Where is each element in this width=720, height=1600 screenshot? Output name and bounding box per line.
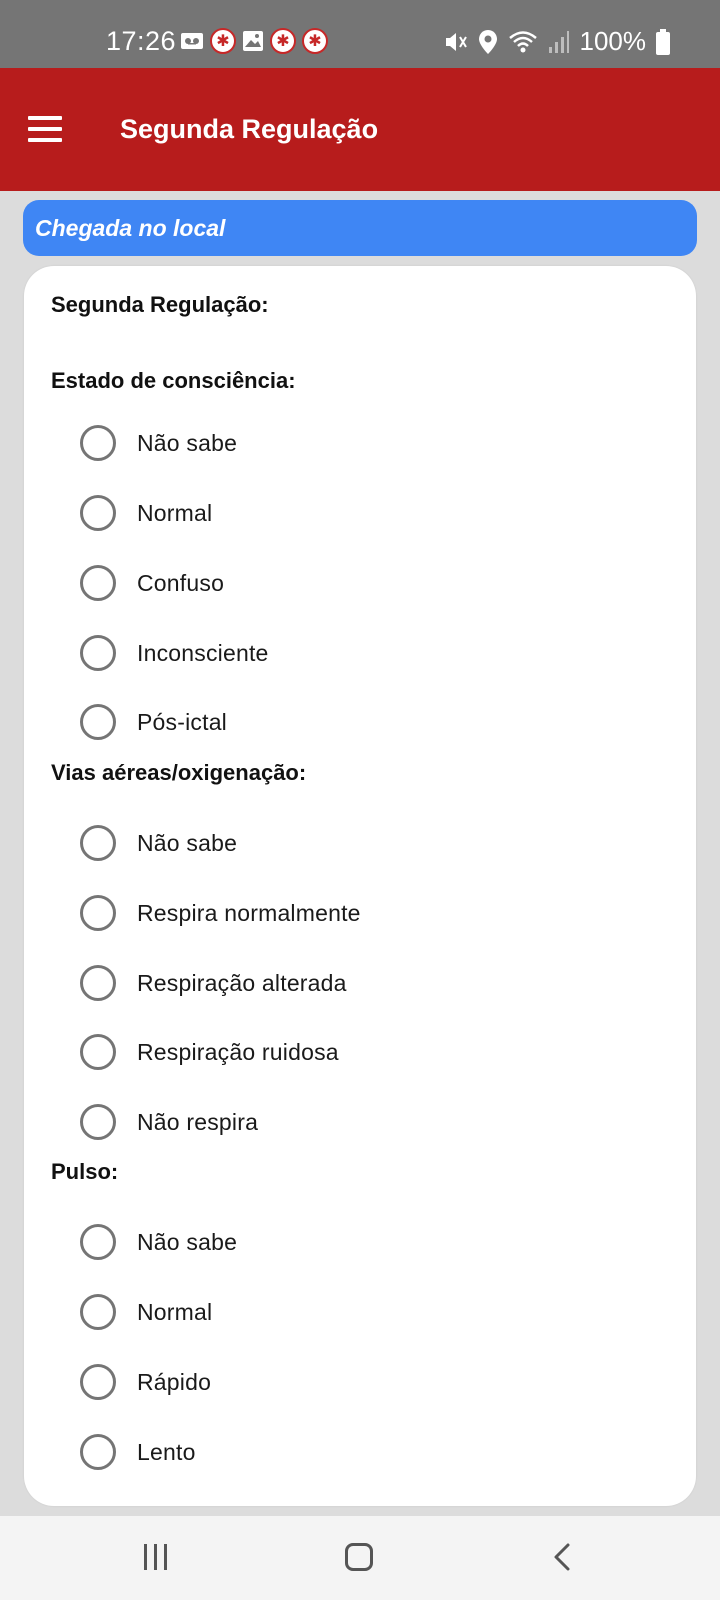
- signal-icon: [548, 30, 569, 53]
- radio-circle[interactable]: [80, 1434, 116, 1470]
- radio-label: Rápido: [137, 1368, 212, 1395]
- radio-pulse-normal[interactable]: Normal: [80, 1287, 212, 1337]
- menu-icon[interactable]: [22, 106, 68, 152]
- location-icon: [478, 29, 497, 54]
- radio-circle[interactable]: [80, 1364, 116, 1400]
- radio-circle[interactable]: [80, 1294, 116, 1330]
- battery-icon: [656, 28, 670, 55]
- radio-label: Normal: [137, 499, 213, 526]
- radio-circle[interactable]: [80, 1034, 116, 1070]
- mute-icon: [445, 32, 467, 51]
- radio-circle[interactable]: [80, 704, 116, 740]
- radio-label: Lento: [137, 1438, 196, 1465]
- radio-pulse-lento[interactable]: Lento: [80, 1427, 196, 1477]
- radio-label: Pós-ictal: [137, 708, 227, 735]
- radio-airways-respiracao-alterada[interactable]: Respiração alterada: [80, 958, 347, 1008]
- radio-airways-respira-normalmente[interactable]: Respira normalmente: [80, 888, 361, 938]
- radio-circle[interactable]: [80, 1104, 116, 1140]
- radio-label: Respiração alterada: [137, 969, 347, 996]
- radio-airways-nao-respira[interactable]: Não respira: [80, 1097, 258, 1147]
- radio-label: Normal: [137, 1298, 213, 1325]
- radio-label: Não sabe: [137, 829, 238, 856]
- radio-label: Respiração ruidosa: [137, 1038, 339, 1065]
- radio-circle[interactable]: [80, 1224, 116, 1260]
- radio-label: Não respira: [137, 1108, 259, 1135]
- radio-label: Respira normalmente: [137, 899, 361, 926]
- group-label-pulse: Pulso:: [51, 1159, 119, 1184]
- radio-circle[interactable]: [80, 895, 116, 931]
- radio-label: Não sabe: [137, 429, 238, 456]
- radio-label: Confuso: [137, 569, 225, 596]
- radio-consciousness-normal[interactable]: Normal: [80, 488, 212, 538]
- system-icons: 100%: [442, 26, 670, 57]
- wifi-icon: [508, 30, 537, 52]
- radio-pulse-nao-sabe[interactable]: Não sabe: [80, 1217, 237, 1267]
- radio-circle[interactable]: [80, 965, 116, 1001]
- form-title: Segunda Regulação:: [51, 292, 269, 317]
- radio-label: Inconsciente: [137, 639, 269, 666]
- gallery-icon: [243, 31, 263, 51]
- radio-circle[interactable]: [80, 825, 116, 861]
- emblem-icon: ✱: [210, 28, 236, 54]
- radio-circle[interactable]: [80, 495, 116, 531]
- emblem-icon: ✱: [302, 28, 328, 54]
- app-bar: Segunda Regulação: [0, 68, 720, 191]
- radio-airways-respiracao-ruidosa[interactable]: Respiração ruidosa: [80, 1027, 339, 1077]
- radio-circle[interactable]: [80, 425, 116, 461]
- radio-label: Não sabe: [137, 1228, 238, 1255]
- status-bar: 17:26 ✱ ✱ ✱ 100%: [0, 0, 720, 68]
- battery-percentage: 100%: [579, 26, 647, 56]
- status-time: 17:26: [106, 26, 177, 56]
- radio-circle[interactable]: [80, 635, 116, 671]
- emblem-icon: ✱: [270, 28, 296, 54]
- radio-airways-nao-sabe[interactable]: Não sabe: [80, 818, 237, 868]
- page-title: Segunda Regulação: [120, 114, 379, 144]
- radio-consciousness-inconsciente[interactable]: Inconsciente: [80, 628, 269, 678]
- form-card: Segunda Regulação: Estado de consciência…: [24, 266, 696, 1506]
- section-banner-text: Chegada no local: [35, 214, 226, 241]
- notification-icons: ✱ ✱ ✱: [180, 28, 328, 54]
- section-banner: Chegada no local: [23, 200, 697, 256]
- group-label-consciousness: Estado de consciência:: [51, 368, 296, 393]
- system-nav-bar: [0, 1516, 720, 1600]
- radio-pulse-rapido[interactable]: Rápido: [80, 1357, 211, 1407]
- radio-circle[interactable]: [80, 565, 116, 601]
- recents-icon[interactable]: [144, 1544, 167, 1570]
- voicemail-icon: [181, 33, 203, 49]
- group-label-airways: Vias aéreas/oxigenação:: [51, 760, 307, 785]
- radio-consciousness-pos-ictal[interactable]: Pós-ictal: [80, 697, 227, 747]
- radio-consciousness-nao-sabe[interactable]: Não sabe: [80, 418, 237, 468]
- back-icon[interactable]: [548, 1542, 578, 1572]
- radio-consciousness-confuso[interactable]: Confuso: [80, 558, 224, 608]
- home-icon[interactable]: [345, 1543, 373, 1571]
